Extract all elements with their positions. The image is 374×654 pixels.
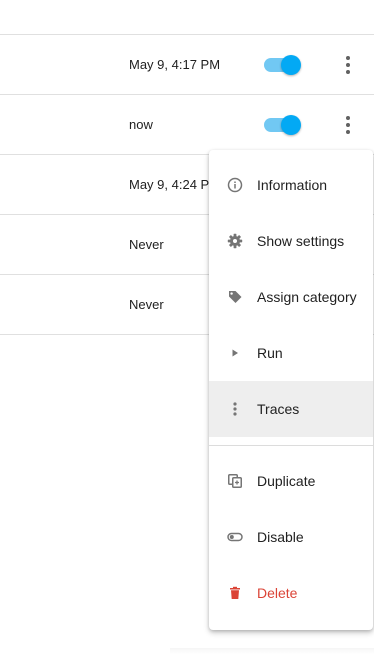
duplicate-icon	[225, 471, 245, 491]
overflow-menu: Information Show settings Assign categor…	[209, 150, 373, 630]
dot	[346, 63, 350, 67]
menu-item-label: Duplicate	[257, 473, 316, 489]
dot	[346, 70, 350, 74]
enable-toggle[interactable]	[264, 55, 301, 75]
menu-item-label: Disable	[257, 529, 304, 545]
gear-icon	[225, 231, 245, 251]
dot	[346, 116, 350, 120]
dot	[346, 123, 350, 127]
menu-item-disable[interactable]: Disable	[209, 509, 373, 565]
kebab-icon	[225, 399, 245, 419]
menu-item-label: Delete	[257, 585, 298, 601]
last-triggered-text: May 9, 4:24 PM	[129, 177, 221, 192]
menu-item-label: Run	[257, 345, 283, 361]
last-triggered-text: Never	[129, 297, 164, 312]
menu-item-assign-category[interactable]: Assign category	[209, 269, 373, 325]
table-row[interactable]: May 9, 4:17 PM	[0, 35, 374, 95]
dot	[346, 56, 350, 60]
menu-item-delete[interactable]: Delete	[209, 565, 373, 621]
bottom-shadow	[170, 648, 374, 654]
menu-item-label: Traces	[257, 401, 300, 417]
menu-item-run[interactable]: Run	[209, 325, 373, 381]
last-triggered-text: Never	[129, 237, 164, 252]
dot	[346, 130, 350, 134]
play-icon	[225, 343, 245, 363]
menu-divider	[209, 445, 373, 446]
trash-icon	[225, 583, 245, 603]
tag-icon	[225, 287, 245, 307]
overflow-menu-button[interactable]	[336, 113, 360, 137]
menu-item-information[interactable]: Information	[209, 157, 373, 213]
toggle-off-icon	[225, 527, 245, 547]
menu-item-duplicate[interactable]: Duplicate	[209, 453, 373, 509]
last-triggered-text: May 9, 4:17 PM	[129, 57, 221, 72]
toggle-thumb	[281, 115, 301, 135]
menu-item-label: Show settings	[257, 233, 345, 249]
enable-toggle[interactable]	[264, 115, 301, 135]
overflow-menu-button[interactable]	[336, 53, 360, 77]
last-triggered-text: now	[129, 117, 153, 132]
menu-item-label: Assign category	[257, 289, 357, 305]
menu-item-traces[interactable]: Traces	[209, 381, 373, 437]
menu-item-label: Information	[257, 177, 328, 193]
table-row[interactable]: now	[0, 95, 374, 155]
info-icon	[225, 175, 245, 195]
toggle-thumb	[281, 55, 301, 75]
menu-item-show-settings[interactable]: Show settings	[209, 213, 373, 269]
